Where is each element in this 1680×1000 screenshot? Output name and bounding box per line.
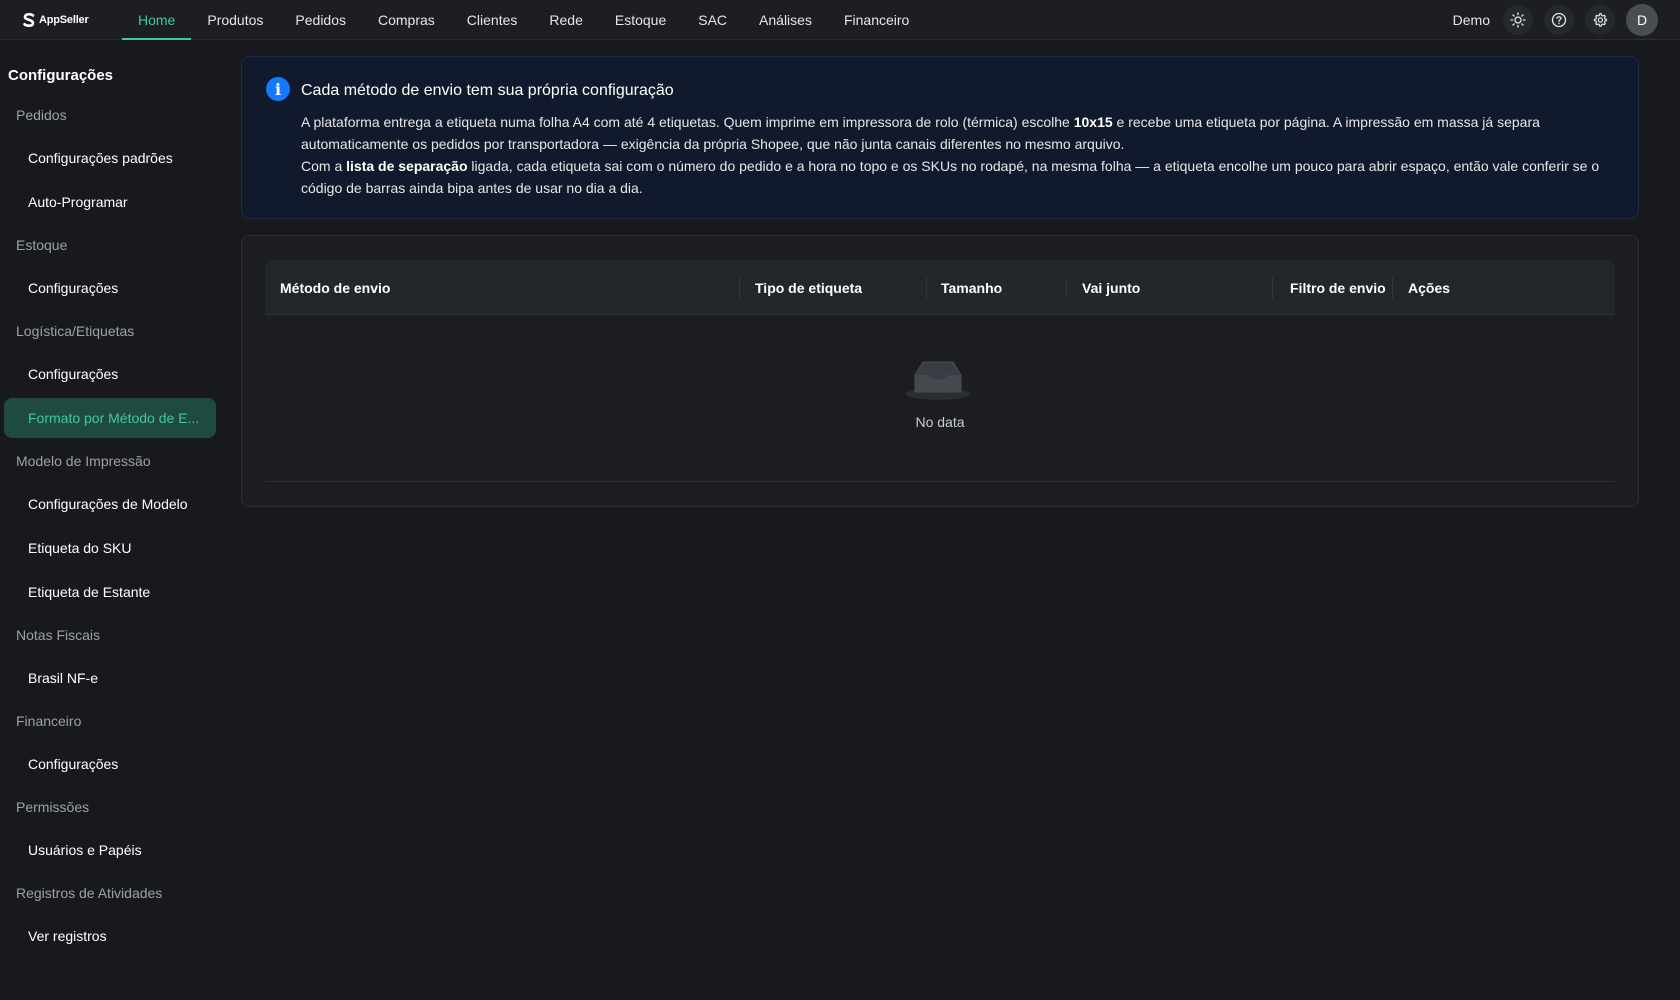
nav-home[interactable]: Home — [122, 0, 192, 40]
alert-text: Com a — [301, 158, 347, 174]
sidebar-item-label: Etiqueta de Estante — [28, 584, 151, 600]
sidebar-item-financeiro-configuracoes[interactable]: Configurações — [4, 744, 216, 784]
sidebar-item-label: Ver registros — [28, 928, 107, 944]
gear-icon — [1593, 12, 1608, 27]
sidebar-title: Configurações — [8, 67, 114, 84]
main-nav: Home Produtos Pedidos Compras Clientes R… — [122, 0, 925, 40]
help-icon — [1551, 12, 1567, 28]
sidebar-group-financeiro: Financeiro — [16, 713, 82, 729]
table-header: Método de envio Tipo de etiqueta Tamanho… — [265, 260, 1615, 315]
sidebar-item-label: Brasil NF-e — [28, 670, 99, 686]
sidebar-item-label: Formato por Método de E... — [28, 410, 200, 426]
alert-paragraph-2: Com a lista de separação ligada, cada et… — [301, 155, 1621, 199]
settings-button[interactable] — [1585, 5, 1615, 35]
settings-sidebar: Configurações Pedidos Configurações padr… — [0, 41, 222, 1000]
brand-name: AppSeller — [39, 14, 89, 26]
sidebar-item-label: Configurações de Modelo — [28, 496, 188, 512]
column-header-tipo-etiqueta[interactable]: Tipo de etiqueta — [755, 260, 862, 315]
sidebar-item-auto-programar[interactable]: Auto-Programar — [4, 182, 216, 222]
alert-body: A plataforma entrega a etiqueta numa fol… — [301, 111, 1621, 199]
sidebar-group-logistica: Logística/Etiquetas — [16, 323, 135, 339]
nav-pedidos[interactable]: Pedidos — [279, 0, 362, 40]
sidebar-group-modelo-impressao: Modelo de Impressão — [16, 453, 151, 469]
user-name[interactable]: Demo — [1453, 12, 1490, 28]
column-divider — [1272, 277, 1273, 299]
sidebar-group-notas-fiscais: Notas Fiscais — [16, 627, 101, 643]
info-alert: i Cada método de envio tem sua própria c… — [241, 56, 1639, 219]
sidebar-item-ver-registros[interactable]: Ver registros — [4, 916, 216, 956]
alert-text: ligada, cada etiqueta sai com o número d… — [301, 158, 1600, 196]
nav-produtos[interactable]: Produtos — [191, 0, 279, 40]
sidebar-group-pedidos: Pedidos — [16, 107, 67, 123]
nav-clientes[interactable]: Clientes — [451, 0, 534, 40]
sidebar-item-etiqueta-sku[interactable]: Etiqueta do SKU — [4, 528, 216, 568]
sidebar-item-logistica-configuracoes[interactable]: Configurações — [4, 354, 216, 394]
help-button[interactable] — [1544, 5, 1574, 35]
info-icon: i — [266, 77, 290, 101]
alert-bold-text: 10x15 — [1073, 114, 1113, 130]
sidebar-item-label: Configurações — [28, 756, 119, 772]
logo-mark-icon — [23, 13, 35, 27]
sun-icon — [1510, 12, 1526, 28]
alert-bold-text: lista de separação — [346, 158, 468, 174]
sidebar-item-estoque-configuracoes[interactable]: Configurações — [4, 268, 216, 308]
nav-compras[interactable]: Compras — [362, 0, 451, 40]
column-header-vai-junto[interactable]: Vai junto — [1082, 260, 1140, 315]
top-bar: AppSeller Home Produtos Pedidos Compras … — [0, 0, 1680, 40]
sidebar-item-usuarios-papeis[interactable]: Usuários e Papéis — [4, 830, 216, 870]
nav-financeiro[interactable]: Financeiro — [828, 0, 925, 40]
sidebar-item-etiqueta-estante[interactable]: Etiqueta de Estante — [4, 572, 216, 612]
column-divider — [926, 277, 927, 299]
table-empty-state: No data — [265, 316, 1615, 482]
alert-text: A plataforma entrega a etiqueta numa fol… — [301, 114, 1074, 130]
sidebar-item-label: Usuários e Papéis — [28, 842, 142, 858]
sidebar-item-configuracoes-modelo[interactable]: Configurações de Modelo — [4, 484, 216, 524]
sidebar-item-label: Etiqueta do SKU — [28, 540, 132, 556]
sidebar-item-brasil-nfe[interactable]: Brasil NF-e — [4, 658, 216, 698]
alert-paragraph-1: A plataforma entrega a etiqueta numa fol… — [301, 111, 1621, 155]
empty-text: No data — [915, 414, 965, 430]
shipping-methods-card: Método de envio Tipo de etiqueta Tamanho… — [241, 235, 1639, 507]
sidebar-item-formato-por-metodo[interactable]: Formato por Método de E... — [4, 398, 216, 438]
column-header-acoes[interactable]: Ações — [1408, 260, 1450, 315]
alert-title: Cada método de envio tem sua própria con… — [301, 82, 674, 99]
column-header-metodo-envio[interactable]: Método de envio — [280, 260, 390, 315]
sidebar-group-permissoes: Permissões — [16, 799, 90, 815]
column-header-filtro-envio[interactable]: Filtro de envio — [1290, 260, 1386, 315]
sidebar-group-registros: Registros de Atividades — [16, 885, 163, 901]
sidebar-item-label: Auto-Programar — [28, 194, 128, 210]
user-avatar[interactable]: D — [1626, 4, 1658, 36]
header-actions: Demo D — [1453, 0, 1658, 40]
column-divider — [739, 277, 740, 299]
theme-toggle-button[interactable] — [1503, 5, 1533, 35]
nav-sac[interactable]: SAC — [682, 0, 743, 40]
appseller-logo[interactable]: AppSeller — [22, 9, 89, 31]
empty-inbox-icon — [906, 361, 970, 400]
nav-analises[interactable]: Análises — [743, 0, 828, 40]
column-header-tamanho[interactable]: Tamanho — [941, 260, 1002, 315]
sidebar-item-label: Configurações — [28, 280, 119, 296]
sidebar-item-label: Configurações — [28, 366, 119, 382]
column-divider — [1066, 277, 1067, 299]
column-divider — [1392, 277, 1393, 299]
nav-rede[interactable]: Rede — [533, 0, 598, 40]
nav-estoque[interactable]: Estoque — [599, 0, 682, 40]
sidebar-item-configuracoes-padroes[interactable]: Configurações padrões — [4, 138, 216, 178]
sidebar-item-label: Configurações padrões — [28, 150, 173, 166]
sidebar-group-estoque: Estoque — [16, 237, 68, 253]
